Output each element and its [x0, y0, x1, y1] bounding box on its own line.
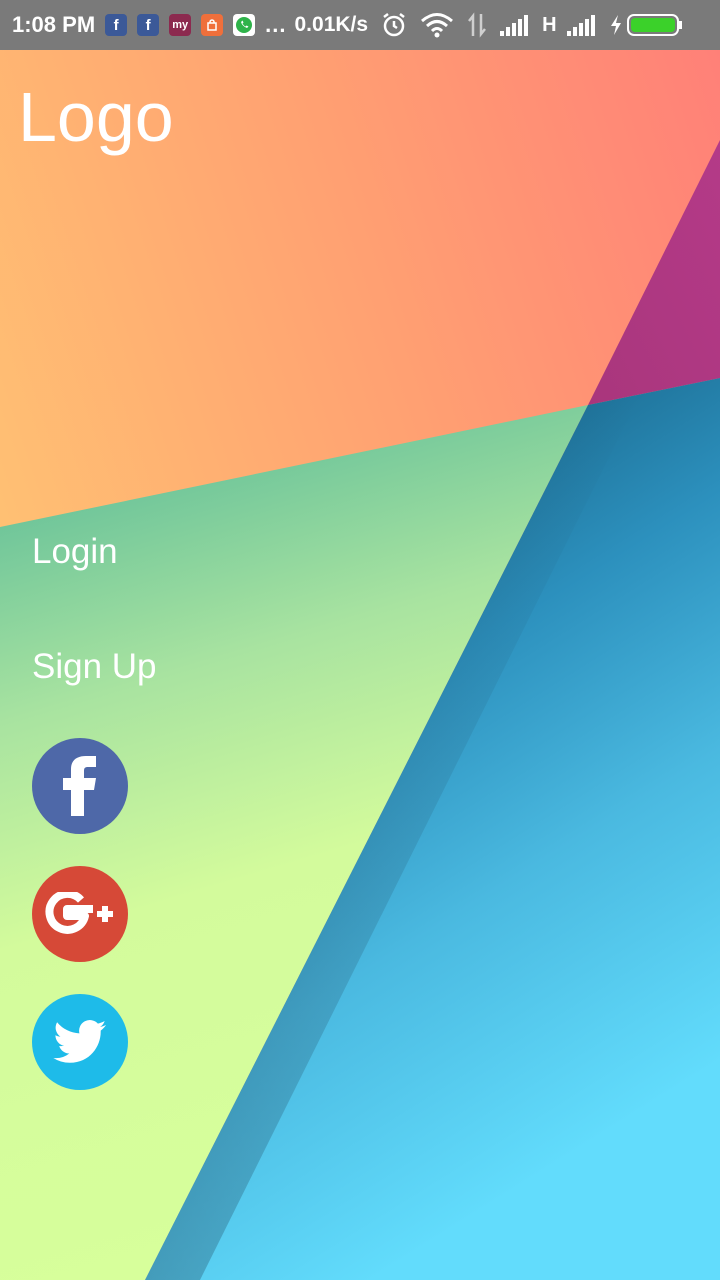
signal-icon	[500, 14, 530, 36]
shopping-bag-notification-icon	[201, 14, 224, 36]
twitter-icon	[53, 1020, 106, 1063]
facebook-icon	[63, 756, 96, 816]
google-plus-login-button[interactable]	[32, 866, 128, 962]
google-plus-icon	[45, 892, 113, 934]
charging-icon	[609, 14, 623, 36]
app-logo: Logo	[18, 78, 174, 156]
status-bar: 1:08 PM f f my ... 0.01K/s H	[0, 0, 720, 50]
data-transfer-icon	[466, 12, 488, 38]
status-time: 1:08 PM	[12, 12, 96, 37]
login-link[interactable]: Login	[32, 534, 118, 569]
screen: 1:08 PM f f my ... 0.01K/s H Logo Login …	[0, 0, 720, 1280]
facebook-notification-icon: f	[137, 14, 160, 36]
signup-link[interactable]: Sign Up	[32, 649, 157, 684]
battery-icon	[626, 13, 683, 37]
wallpaper-background	[0, 0, 720, 1280]
twitter-login-button[interactable]	[32, 994, 128, 1090]
alarm-icon	[380, 11, 408, 39]
more-notifications: ...	[265, 12, 287, 37]
wifi-icon	[420, 12, 454, 38]
signal-icon	[566, 14, 597, 36]
facebook-login-button[interactable]	[32, 738, 128, 834]
facebook-notification-icon: f	[105, 14, 128, 36]
network-speed: 0.01K/s	[294, 13, 369, 36]
whatsapp-notification-icon	[233, 14, 256, 36]
myntra-notification-icon: my	[169, 14, 192, 36]
network-type: H	[542, 13, 557, 36]
